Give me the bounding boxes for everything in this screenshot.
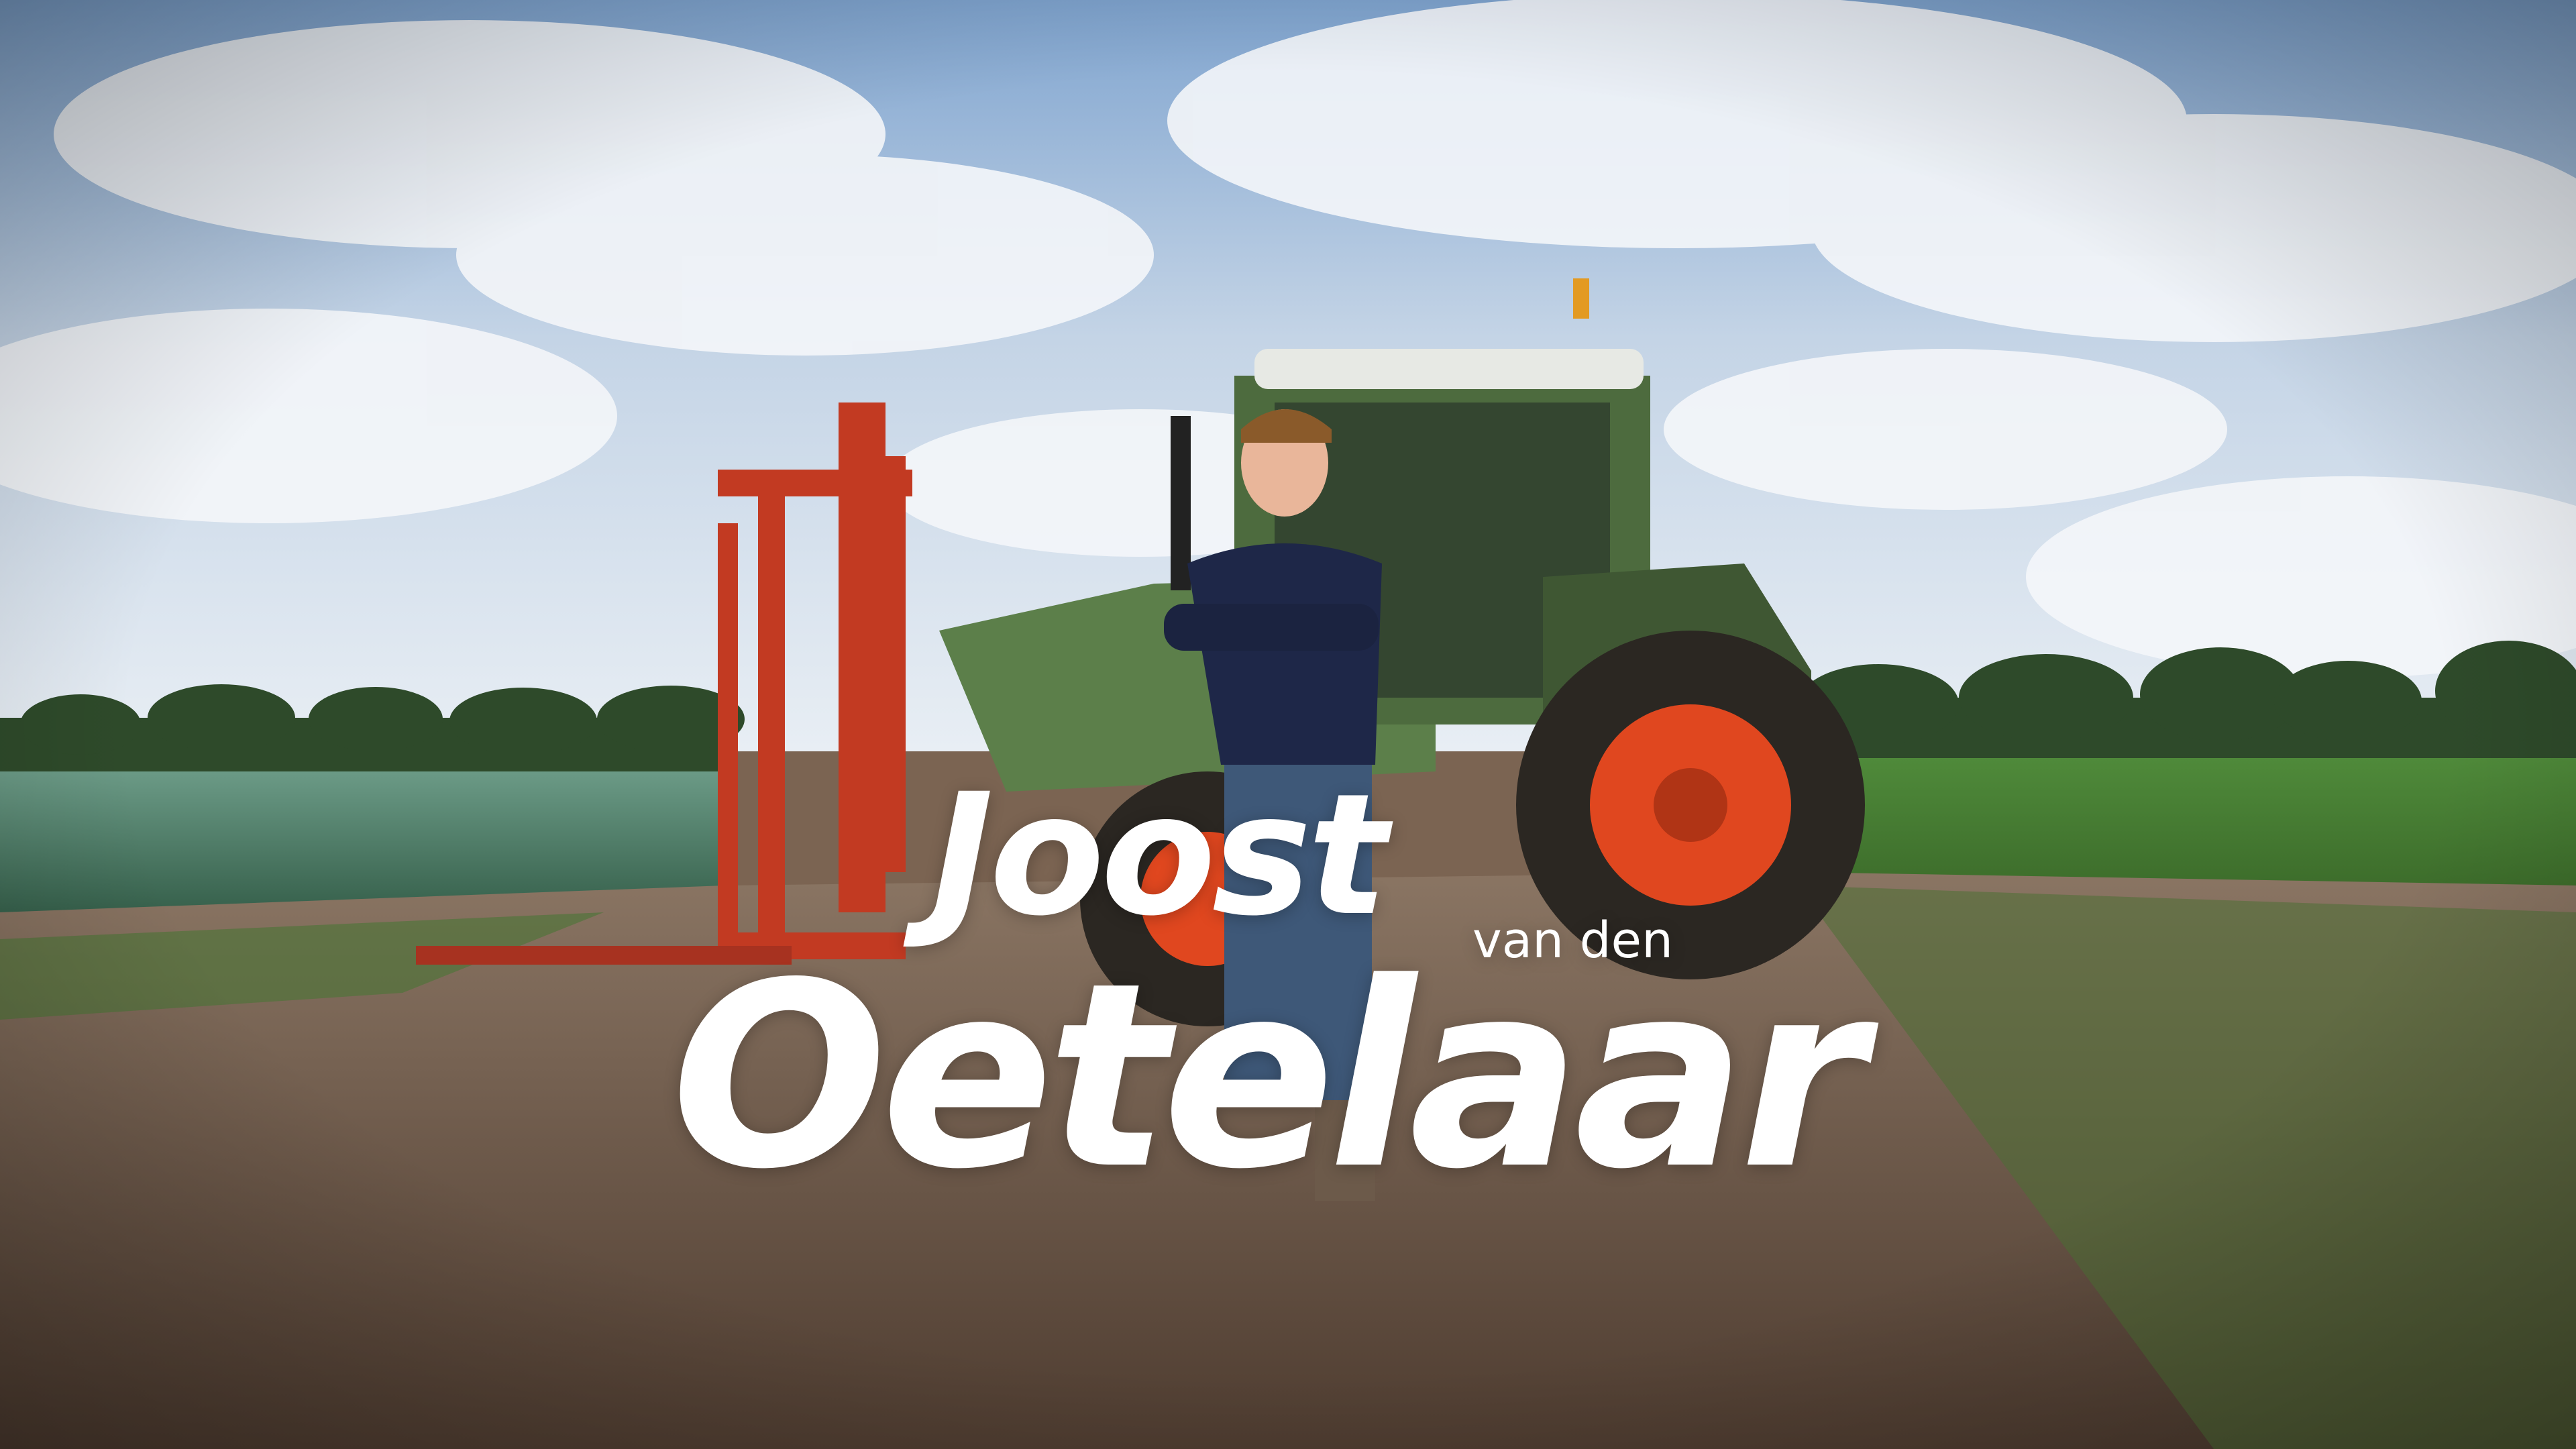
title-first-name: Joost: [931, 757, 1388, 953]
title-last-name: Oetelaar: [671, 928, 1866, 1225]
vignette: [0, 0, 2576, 1449]
farm-photo: [0, 0, 2576, 1449]
photo-scene: Joost van den Oetelaar: [0, 0, 2576, 1449]
